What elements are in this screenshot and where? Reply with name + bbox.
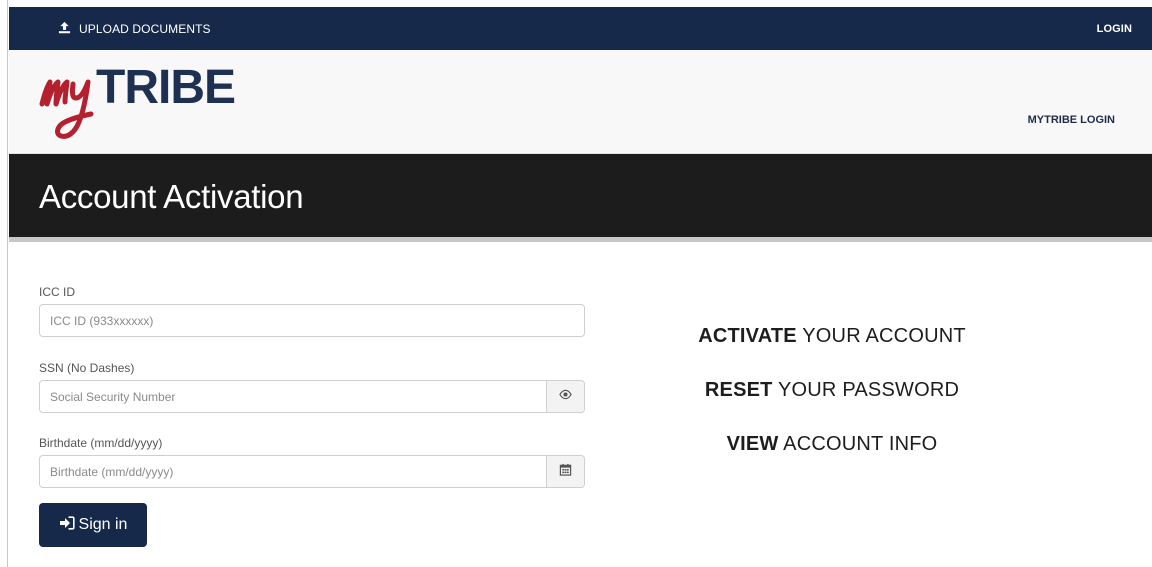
birthdate-label: Birthdate (mm/dd/yyyy) — [39, 436, 163, 450]
ssn-group: SSN (No Dashes) — [39, 361, 585, 413]
site-header: TRIBE MYTRIBE LOGIN — [9, 50, 1152, 154]
page-title: Account Activation — [39, 178, 304, 215]
sign-in-label: Sign in — [78, 516, 128, 533]
login-link[interactable]: LOGIN — [1097, 23, 1132, 35]
activation-form: ICC ID SSN (No Dashes) Birthdate (mm/dd/… — [39, 285, 585, 547]
upload-icon — [58, 21, 71, 37]
birthdate-input[interactable] — [40, 456, 546, 487]
feature-reset: RESET YOUR PASSWORD — [704, 379, 960, 401]
feature-view: VIEW ACCOUNT INFO — [726, 433, 938, 455]
upload-documents-label: UPLOAD DOCUMENTS — [79, 21, 211, 36]
calendar-icon — [559, 463, 572, 481]
icc-id-input[interactable] — [40, 305, 584, 336]
icc-id-label: ICC ID — [39, 285, 75, 299]
calendar-button[interactable] — [546, 456, 584, 487]
feature-list: ACTIVATE YOUR ACCOUNT RESET YOUR PASSWOR… — [632, 325, 1032, 487]
birthdate-group: Birthdate (mm/dd/yyyy) — [39, 436, 585, 488]
feature-activate: ACTIVATE YOUR ACCOUNT — [698, 325, 966, 347]
left-border — [0, 0, 8, 567]
birthdate-field-wrapper — [39, 455, 585, 488]
mytribe-logo[interactable]: TRIBE — [39, 62, 249, 146]
show-ssn-toggle[interactable] — [546, 381, 584, 412]
sign-in-button[interactable]: Sign in — [39, 503, 147, 547]
logo-script-my — [39, 79, 94, 139]
icc-id-field-wrapper — [39, 304, 585, 337]
ssn-label: SSN (No Dashes) — [39, 361, 135, 375]
logo-wordmark: TRIBE — [96, 61, 236, 114]
ssn-field-wrapper — [39, 380, 585, 413]
top-bar: UPLOAD DOCUMENTS LOGIN — [9, 7, 1152, 50]
page-title-band: Account Activation — [9, 154, 1152, 242]
ssn-input[interactable] — [40, 381, 546, 412]
upload-documents-link[interactable]: UPLOAD DOCUMENTS — [58, 21, 211, 37]
sign-in-icon — [59, 515, 75, 535]
eye-icon — [559, 388, 572, 406]
icc-id-group: ICC ID — [39, 285, 585, 337]
mytribe-login-link[interactable]: MYTRIBE LOGIN — [1028, 114, 1115, 126]
